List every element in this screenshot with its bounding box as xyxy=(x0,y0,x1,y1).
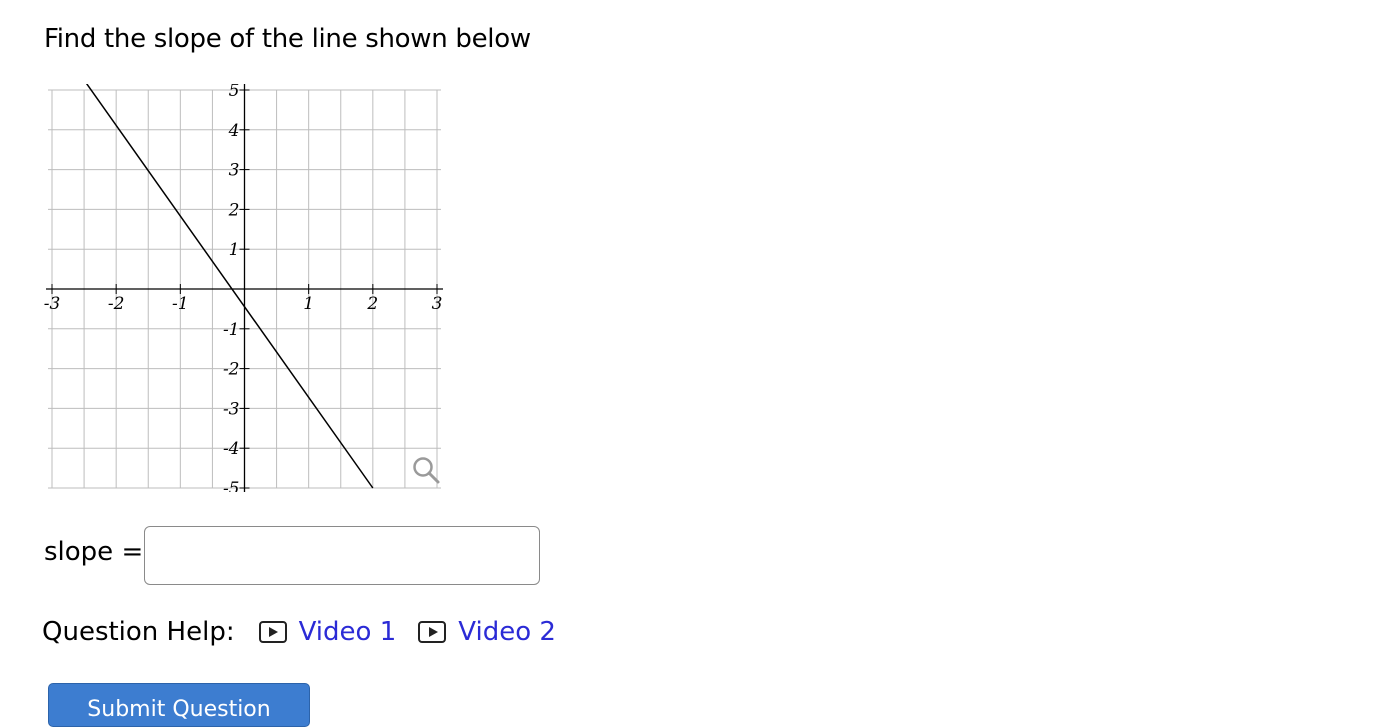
question-text: Find the slope of the line shown below xyxy=(44,24,531,54)
coordinate-graph: -3 -2 -1 1 2 3 5 4 3 2 1 -1 -2 -3 -4 -5 xyxy=(44,84,443,492)
y-tick-label: 3 xyxy=(229,161,240,181)
video-2-label: Video 2 xyxy=(458,617,556,647)
x-tick-label: -2 xyxy=(108,294,125,314)
y-tick-label: -3 xyxy=(223,399,240,419)
slope-input[interactable] xyxy=(144,526,540,585)
y-tick-label: -4 xyxy=(223,439,240,459)
y-tick-label: -2 xyxy=(223,360,240,380)
video-1-label: Video 1 xyxy=(298,617,397,647)
question-help-label: Question Help: xyxy=(42,617,235,647)
x-tick-label: 1 xyxy=(303,294,314,314)
y-tick-label: 5 xyxy=(229,84,240,101)
x-tick-label: -1 xyxy=(172,294,189,314)
y-tick-label: 2 xyxy=(228,200,240,220)
play-icon xyxy=(418,621,447,643)
y-tick-label: -5 xyxy=(223,479,240,492)
x-tick-label: 3 xyxy=(432,294,443,314)
video-2-link[interactable]: Video 2 xyxy=(418,617,556,647)
submit-question-button[interactable]: Submit Question xyxy=(48,683,310,727)
x-tick-label: 2 xyxy=(366,294,378,314)
plotted-line xyxy=(85,84,374,489)
video-1-link[interactable]: Video 1 xyxy=(258,617,397,647)
play-icon xyxy=(258,621,287,643)
y-tick-label: -1 xyxy=(223,320,240,340)
line-series xyxy=(85,84,374,489)
question-help: Question Help: Video 1 Video 2 xyxy=(42,614,578,650)
slope-label: slope = xyxy=(44,537,144,567)
tick-labels: -3 -2 -1 1 2 3 5 4 3 2 1 -1 -2 -3 -4 -5 xyxy=(44,84,443,492)
axes xyxy=(46,84,443,492)
magnifier-icon[interactable] xyxy=(413,457,440,484)
y-tick-label: 4 xyxy=(228,121,240,141)
x-tick-label: -3 xyxy=(44,294,61,314)
y-tick-label: 1 xyxy=(229,240,240,260)
